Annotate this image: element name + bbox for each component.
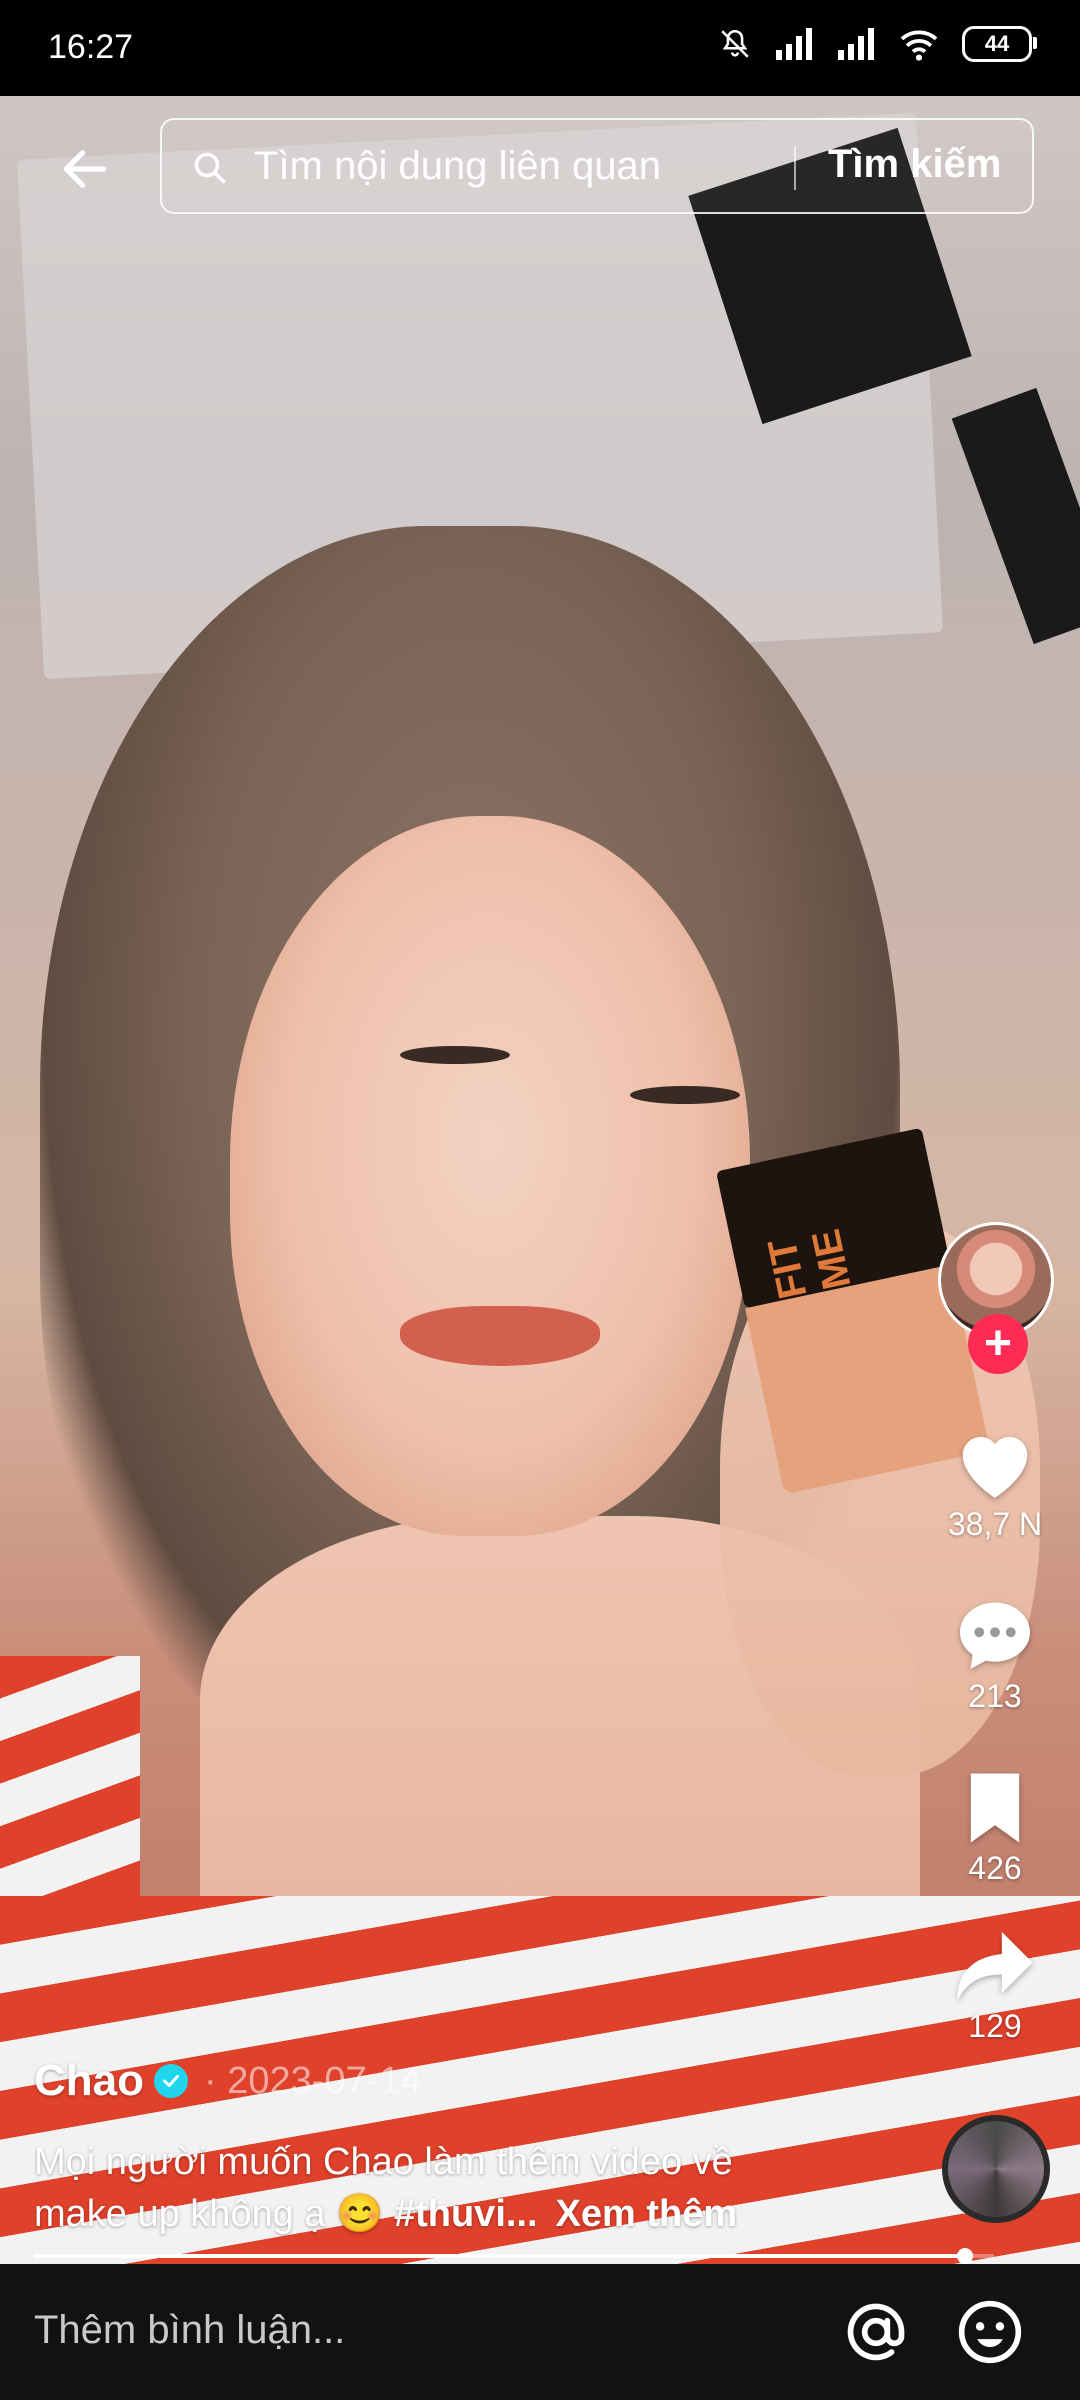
- progress-fill: [34, 2254, 966, 2258]
- battery-indicator: 44: [962, 26, 1037, 62]
- search-bar[interactable]: Tìm nội dung liên quan Tìm kiếm: [160, 118, 1034, 214]
- share-count: 129: [968, 2008, 1022, 2044]
- save-count: 426: [968, 1850, 1022, 1886]
- status-icons: 44: [718, 26, 1037, 62]
- see-more-link[interactable]: Xem thêm: [556, 2193, 738, 2235]
- person-eye: [630, 1086, 740, 1104]
- post-date: · 2023-07-14: [204, 2059, 422, 2102]
- status-bar: 16:27 44: [0, 0, 1080, 96]
- save-button[interactable]: 426: [930, 1770, 1060, 1887]
- back-button[interactable]: [50, 134, 120, 204]
- comment-input[interactable]: Thêm bình luận...: [34, 2308, 345, 2353]
- signal-icon-2: [838, 28, 874, 60]
- battery-level: 44: [984, 31, 1010, 56]
- mention-at-icon[interactable]: [842, 2298, 910, 2366]
- person-eye: [400, 1046, 510, 1064]
- status-time: 16:27: [48, 28, 134, 66]
- like-button[interactable]: 38,7 N: [930, 1422, 1060, 1543]
- share-button[interactable]: 129: [930, 1928, 1060, 2045]
- comment-bubble-icon: [960, 1602, 1030, 1669]
- video-player[interactable]: FIT ME: [0, 96, 1080, 2264]
- emoji-icon[interactable]: [956, 2298, 1024, 2366]
- arrow-left-icon: [63, 150, 107, 188]
- search-input[interactable]: Tìm nội dung liên quan: [254, 144, 661, 189]
- wifi-icon: [900, 30, 938, 61]
- music-disc[interactable]: [942, 2115, 1050, 2223]
- video-progress-bar[interactable]: [34, 2248, 994, 2264]
- hashtag-link[interactable]: #thuvi...: [394, 2193, 538, 2235]
- comment-button[interactable]: 213: [930, 1594, 1060, 1715]
- author-name[interactable]: Chao: [34, 2056, 144, 2106]
- search-divider: [794, 146, 796, 190]
- product-label: FIT ME: [760, 1225, 860, 1303]
- follow-button[interactable]: +: [968, 1314, 1028, 1374]
- post-caption[interactable]: Mọi người muốn Chao làm thêm video về ma…: [34, 2136, 834, 2240]
- like-count: 38,7 N: [947, 1506, 1043, 1542]
- bookmark-icon: [970, 1773, 1020, 1843]
- search-button[interactable]: Tìm kiếm: [828, 142, 1001, 187]
- comment-count: 213: [968, 1678, 1022, 1714]
- person-face: [230, 816, 750, 1536]
- share-arrow-icon: [957, 1931, 1033, 2001]
- signal-icon: [776, 28, 812, 60]
- background-shape: [951, 387, 1080, 645]
- person-lips: [400, 1306, 600, 1366]
- search-icon: [194, 152, 226, 184]
- heart-icon: [962, 1436, 1028, 1498]
- author-row: Chao · 2023-07-14: [34, 2056, 422, 2106]
- mute-bell-icon: [721, 29, 749, 58]
- verified-badge-icon: [154, 2064, 188, 2098]
- creator-avatar-group[interactable]: +: [938, 1222, 1058, 1374]
- comment-bar: Thêm bình luận...: [0, 2264, 1080, 2400]
